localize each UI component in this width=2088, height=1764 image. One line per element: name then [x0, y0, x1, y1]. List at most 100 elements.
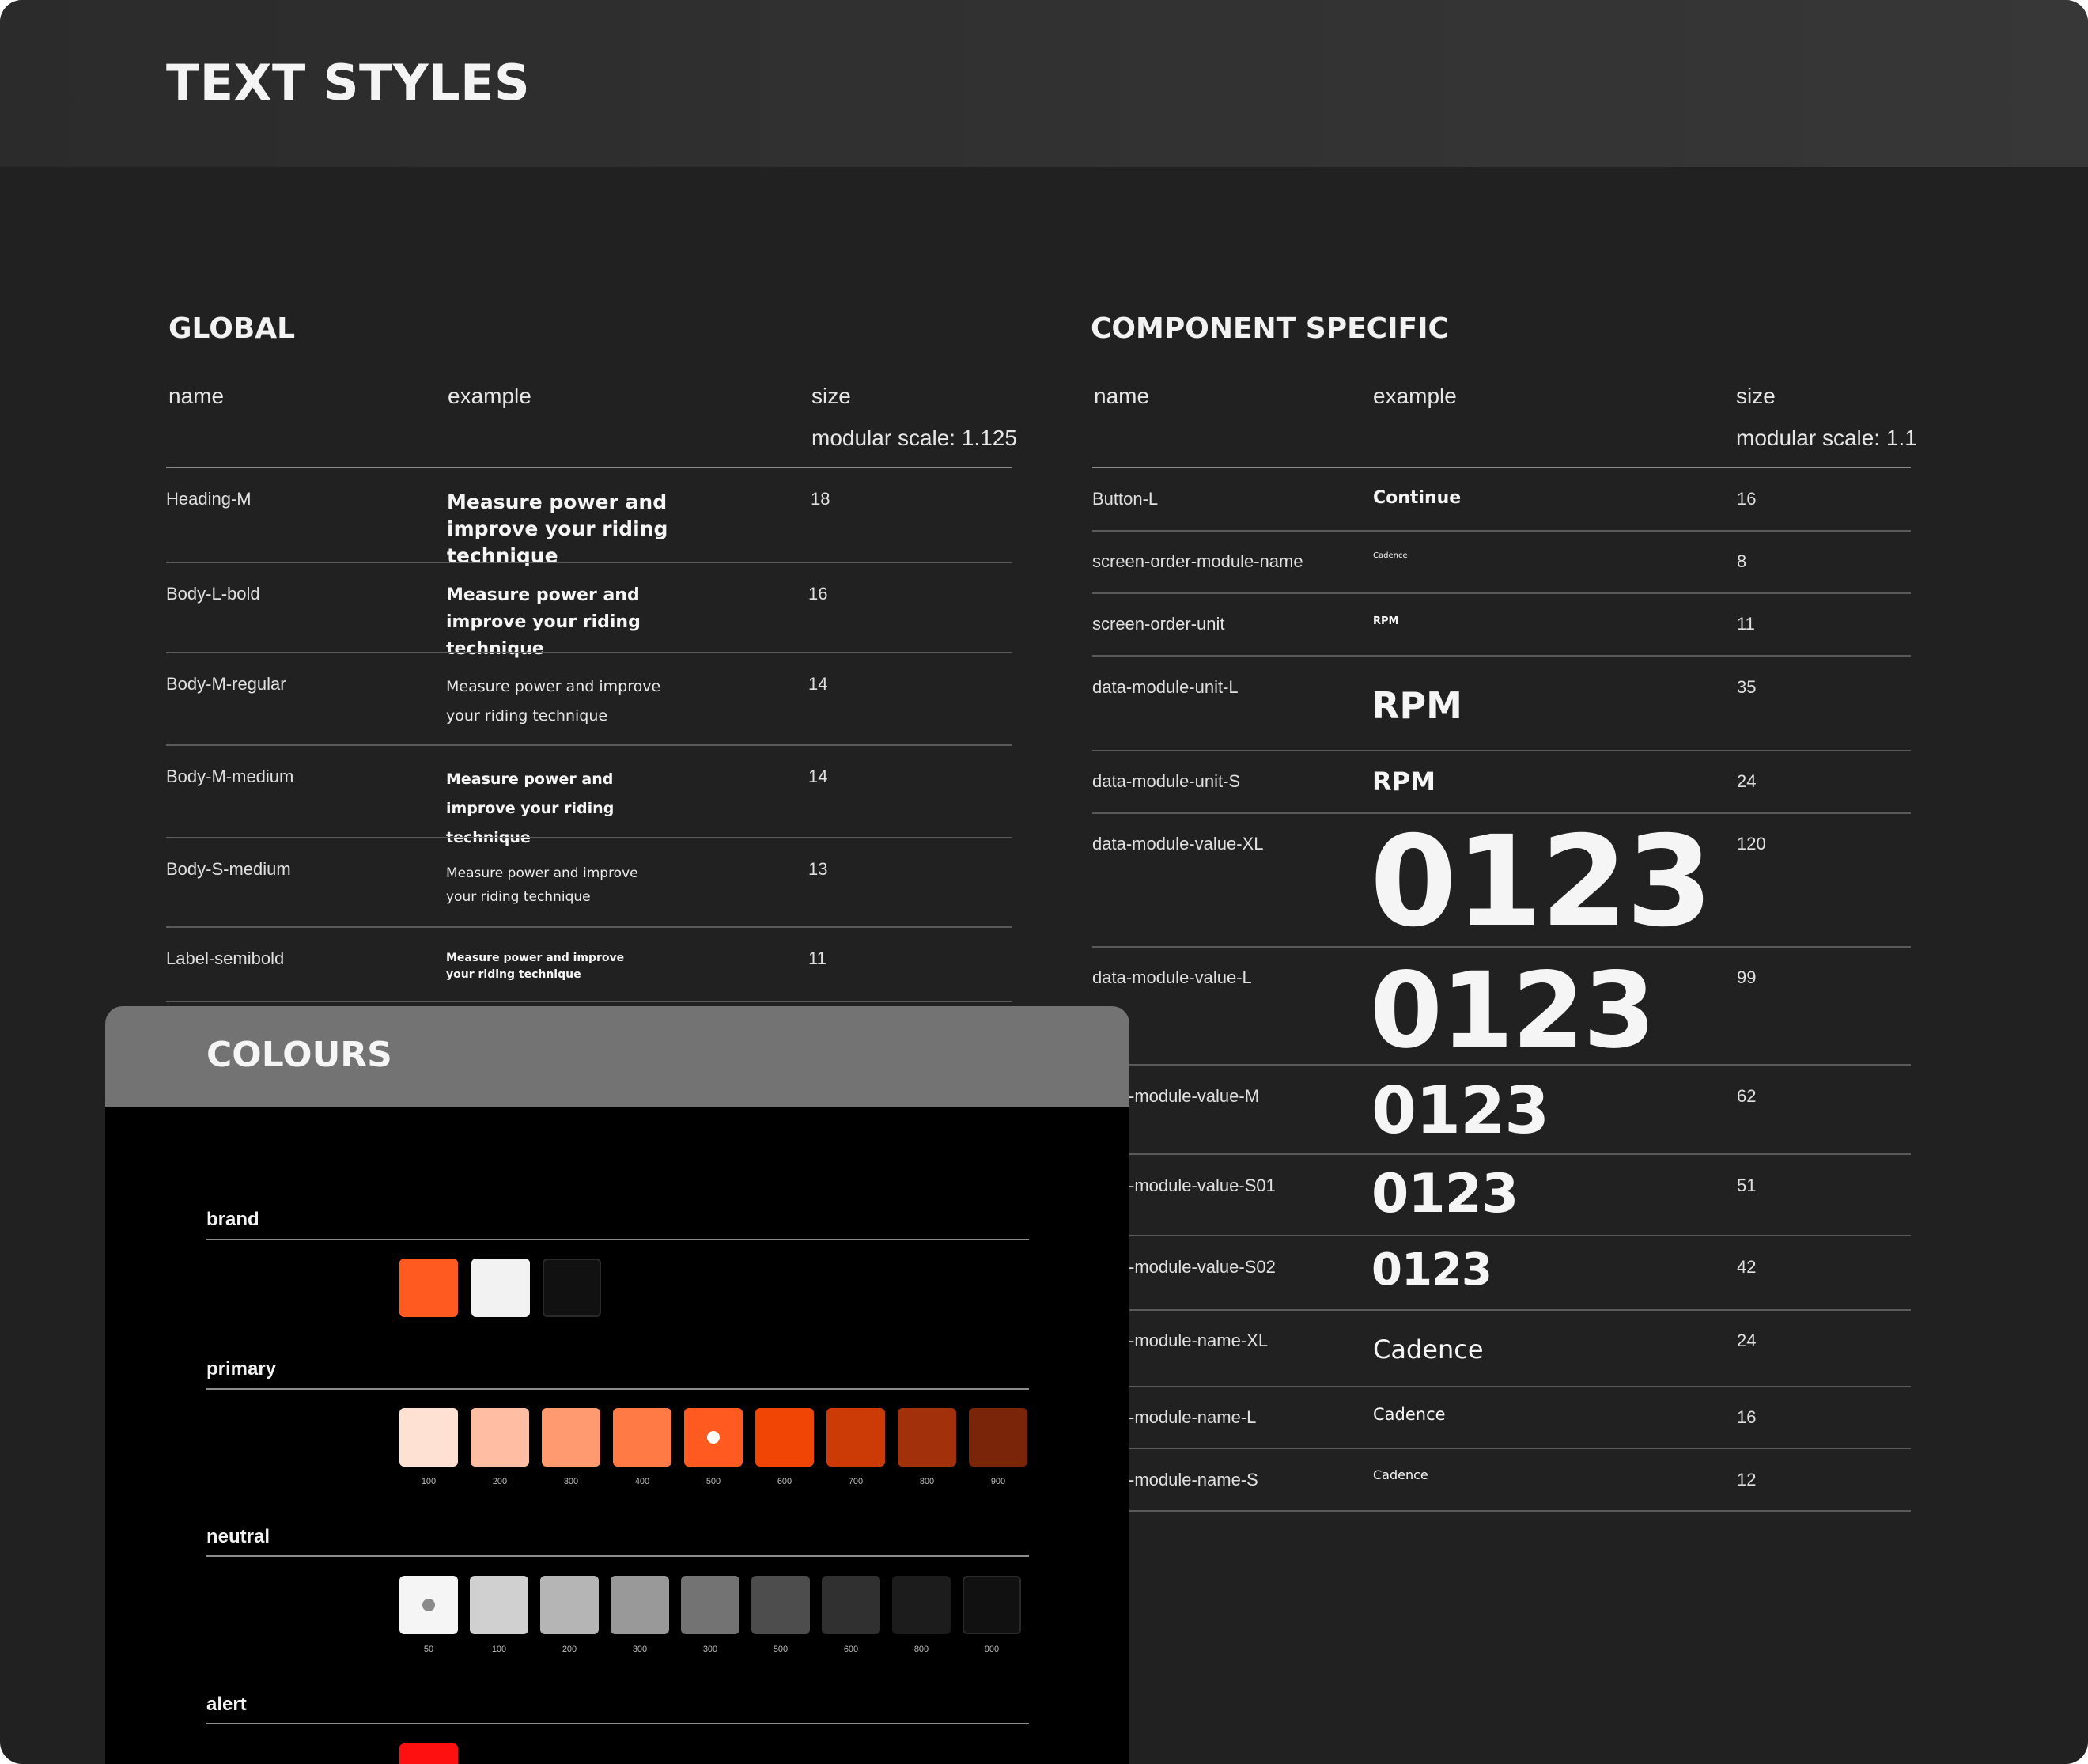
neutral-swatch-900[interactable] — [963, 1576, 1021, 1634]
row-divider — [1092, 946, 1911, 948]
row-divider — [166, 837, 1012, 838]
colours-title: COLOURS — [206, 1035, 392, 1075]
page-title: TEXT STYLES — [166, 54, 531, 112]
brand-swatch-white[interactable] — [471, 1259, 530, 1317]
neutral-swatch-200[interactable] — [540, 1576, 599, 1634]
swatch-label: 900 — [990, 1477, 1006, 1486]
neutral-swatch-50-selected[interactable] — [399, 1576, 458, 1634]
primary-swatch-900[interactable] — [969, 1408, 1027, 1467]
swatch-label: 600 — [843, 1645, 859, 1654]
text-styles-frame: TEXT STYLES GLOBAL name example size mod… — [0, 0, 2088, 1764]
style-name: screen-order-unit — [1092, 614, 1225, 634]
style-name: -module-value-M — [1129, 1086, 1260, 1106]
component-header-example: example — [1373, 384, 1457, 408]
selected-dot-icon — [422, 1599, 435, 1611]
style-size: 16 — [1737, 1407, 1757, 1427]
primary-swatch-700[interactable] — [826, 1408, 885, 1467]
neutral-swatch-400[interactable] — [681, 1576, 740, 1634]
style-size: 35 — [1737, 677, 1757, 697]
style-name: Label-semibold — [166, 948, 285, 968]
row-divider — [1092, 1510, 1911, 1512]
style-size: 120 — [1737, 834, 1766, 854]
neutral-swatch-800[interactable] — [892, 1576, 951, 1634]
neutral-divider — [206, 1555, 1029, 1557]
colours-panel: COLOURS brand primary 100 200 300 400 50… — [105, 1006, 1129, 1764]
global-header-divider — [166, 467, 1012, 468]
style-size: 14 — [808, 767, 828, 786]
row-divider — [1092, 655, 1911, 657]
neutral-swatch-500[interactable] — [751, 1576, 810, 1634]
style-name: data-module-unit-L — [1092, 677, 1239, 697]
style-example: Measure power and improve your riding te… — [446, 585, 641, 659]
style-example: 0123 — [1370, 950, 1655, 1072]
swatch-label: 200 — [562, 1645, 577, 1654]
style-size: 99 — [1737, 967, 1757, 987]
text-styles-header: TEXT STYLES — [0, 0, 2088, 167]
style-name: Body-L-bold — [166, 584, 260, 604]
swatch-label: 800 — [914, 1645, 929, 1654]
swatch-label: 100 — [421, 1477, 437, 1486]
swatch-label: 700 — [848, 1477, 864, 1486]
row-divider — [1092, 1386, 1911, 1387]
style-name: Heading-M — [166, 489, 252, 509]
primary-swatch-500-selected[interactable] — [684, 1408, 743, 1467]
style-name: data-module-value-L — [1092, 967, 1252, 987]
component-header-name: name — [1094, 384, 1150, 408]
style-name: -module-name-L — [1129, 1407, 1257, 1427]
swatch-label: 900 — [984, 1645, 1000, 1654]
style-name: -module-value-S01 — [1129, 1175, 1276, 1195]
neutral-swatch-600[interactable] — [822, 1576, 880, 1634]
global-section-title: GLOBAL — [168, 312, 296, 345]
style-example: RPM — [1372, 767, 1436, 797]
brand-swatch-orange[interactable] — [399, 1259, 458, 1317]
style-example: RPM — [1371, 684, 1462, 727]
row-divider — [1092, 1064, 1911, 1066]
style-name: Body-M-regular — [166, 674, 286, 694]
swatch-label: 800 — [919, 1477, 935, 1486]
global-header-size: size — [811, 384, 851, 408]
style-size: 14 — [808, 674, 828, 694]
swatch-label: 300 — [702, 1645, 718, 1654]
row-divider — [1092, 1309, 1911, 1311]
component-header-scale: modular scale: 1.1 — [1736, 426, 1917, 450]
primary-swatch-100[interactable] — [399, 1408, 458, 1467]
row-divider — [1092, 1448, 1911, 1449]
row-divider — [166, 1001, 1012, 1002]
primary-swatch-200[interactable] — [471, 1408, 529, 1467]
style-size: 24 — [1737, 771, 1757, 791]
style-example: 0123 — [1370, 809, 1713, 955]
neutral-label: neutral — [206, 1526, 270, 1547]
style-size: 8 — [1737, 551, 1747, 571]
style-example: Cadence — [1373, 551, 1408, 560]
style-example: RPM — [1373, 615, 1399, 627]
primary-swatch-800[interactable] — [898, 1408, 956, 1467]
alert-swatch-red[interactable] — [399, 1743, 458, 1764]
style-example: Measure power and improve your riding te… — [447, 490, 668, 567]
primary-swatch-300[interactable] — [542, 1408, 600, 1467]
primary-swatch-400[interactable] — [613, 1408, 671, 1467]
brand-swatch-black[interactable] — [543, 1259, 601, 1317]
primary-divider — [206, 1388, 1029, 1390]
style-name: Body-M-medium — [166, 767, 294, 786]
global-header-name: name — [168, 384, 225, 408]
style-name: data-module-unit-S — [1092, 771, 1241, 791]
swatch-label: 500 — [705, 1477, 721, 1486]
primary-swatch-600[interactable] — [755, 1408, 814, 1467]
row-divider — [166, 926, 1012, 928]
swatch-label: 600 — [777, 1477, 792, 1486]
alert-divider — [206, 1723, 1029, 1724]
neutral-swatch-300[interactable] — [611, 1576, 669, 1634]
brand-label: brand — [206, 1209, 259, 1230]
swatch-label: 500 — [773, 1645, 789, 1654]
global-header-example: example — [448, 384, 531, 408]
neutral-swatch-100[interactable] — [470, 1576, 528, 1634]
swatch-label: 50 — [423, 1645, 434, 1654]
style-size: 13 — [808, 859, 828, 879]
style-example: Cadence — [1373, 1334, 1484, 1365]
row-divider — [1092, 750, 1911, 751]
style-example: 0123 — [1371, 1073, 1549, 1149]
component-header-size: size — [1736, 384, 1776, 408]
swatch-label: 400 — [634, 1477, 650, 1486]
row-divider — [1092, 1153, 1911, 1155]
style-example: 0123 — [1371, 1163, 1519, 1225]
